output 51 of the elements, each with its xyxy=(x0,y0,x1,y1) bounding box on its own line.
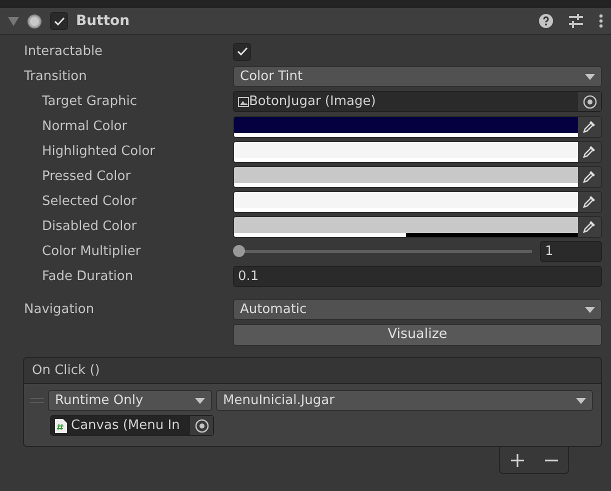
property-label: Navigation xyxy=(23,300,96,319)
property-label: Disabled Color xyxy=(41,218,138,236)
eyedropper-icon[interactable] xyxy=(578,192,601,212)
slider-thumb[interactable] xyxy=(233,245,245,257)
eyedropper-icon[interactable] xyxy=(578,116,601,136)
target-picker-icon[interactable] xyxy=(578,92,601,111)
property-label: Selected Color xyxy=(41,192,138,211)
script-icon xyxy=(55,418,67,432)
component-icon xyxy=(27,14,42,28)
object-field[interactable]: Canvas (Menu In xyxy=(50,415,214,436)
collapse-arrow-icon[interactable] xyxy=(8,16,19,26)
property-label: Normal Color xyxy=(41,118,128,136)
object-field[interactable]: BotonJugar (Image) xyxy=(233,91,602,112)
caret-icon xyxy=(585,74,595,80)
more-icon[interactable] xyxy=(599,14,603,28)
property-label: Transition xyxy=(23,68,88,86)
caret-icon xyxy=(195,398,205,404)
add-icon[interactable] xyxy=(510,454,524,466)
property-label: Fade Duration xyxy=(41,268,134,286)
caret-icon xyxy=(576,398,586,404)
color-swatch[interactable] xyxy=(234,192,578,212)
enabled-checkbox[interactable] xyxy=(50,12,68,30)
checkmark-icon xyxy=(54,16,64,26)
eyedropper-icon[interactable] xyxy=(578,166,601,186)
color-swatch[interactable] xyxy=(234,166,578,186)
eyedropper-icon[interactable] xyxy=(578,216,601,236)
color-swatch[interactable] xyxy=(234,216,578,236)
drag-handle-icon[interactable] xyxy=(30,398,44,403)
image-icon xyxy=(238,96,249,106)
settings-icon[interactable] xyxy=(569,14,583,28)
dropdown[interactable]: Runtime Only xyxy=(48,390,212,411)
checkbox[interactable] xyxy=(233,42,251,60)
dropdown[interactable]: Automatic xyxy=(233,299,602,320)
number-field[interactable]: 1 xyxy=(540,241,602,262)
property-label: Interactable xyxy=(23,42,104,61)
property-label: Target Graphic xyxy=(41,92,138,111)
property-label: Color Multiplier xyxy=(41,242,142,261)
help-icon[interactable] xyxy=(539,14,553,28)
checkmark-icon xyxy=(236,47,248,56)
caret-icon xyxy=(585,306,595,312)
dropdown[interactable]: Color Tint xyxy=(233,66,602,87)
target-picker-icon[interactable] xyxy=(190,416,213,435)
component-title: Button xyxy=(76,12,131,30)
property-label: Highlighted Color xyxy=(41,142,156,161)
color-swatch[interactable] xyxy=(234,142,578,162)
text-field[interactable]: 0.1 xyxy=(233,266,602,287)
visualize-button[interactable]: Visualize xyxy=(233,324,602,346)
eyedropper-icon[interactable] xyxy=(578,142,601,162)
property-label: Pressed Color xyxy=(41,168,132,186)
color-swatch[interactable] xyxy=(234,116,578,136)
dropdown[interactable]: MenuInicial.Jugar xyxy=(216,390,593,411)
